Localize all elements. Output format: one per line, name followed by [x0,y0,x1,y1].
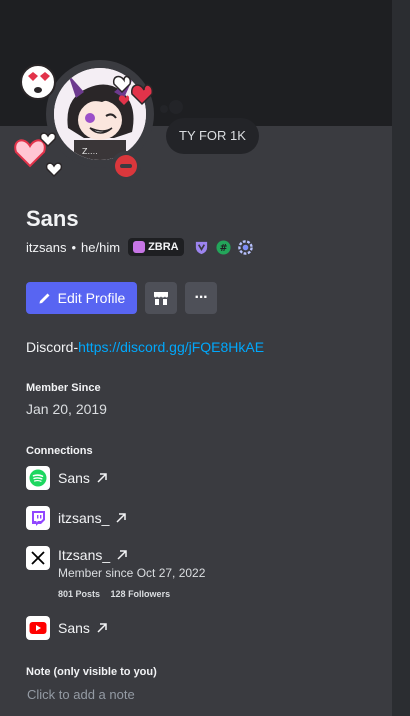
connection-name: Itzsans_ [58,547,128,563]
member-since-value: Jan 20, 2019 [26,401,107,417]
external-link-icon [97,623,107,633]
connection-stats: 801 Posts 128 Followers [58,589,178,599]
external-link-icon [117,550,127,560]
x-icon [26,546,50,570]
connection-item-twitch[interactable]: itzsans_ [26,506,127,530]
separator-dot: • [71,239,77,255]
spotify-icon [26,466,50,490]
username-line: itzsans • he/him ZBRA # [26,237,253,257]
edit-profile-label: Edit Profile [57,290,126,306]
status-bubble-dot [169,100,183,114]
ellipsis-icon: ··· [194,289,209,306]
scrollbar-track[interactable] [392,0,410,716]
edit-profile-button[interactable]: Edit Profile [26,282,137,314]
nitro-boost-badge-icon[interactable] [237,239,253,255]
connection-name-text: Itzsans_ [58,547,111,563]
connection-name: Sans [58,620,108,636]
connection-name: Sans [58,470,108,486]
shop-button[interactable] [145,282,177,314]
connection-posts: 801 Posts [58,589,101,599]
member-since-title: Member Since [26,382,101,394]
custom-status-bubble[interactable]: TY FOR 1K [166,118,259,154]
external-link-icon [116,513,127,523]
active-developer-badge-icon[interactable]: # [216,239,231,255]
external-link-icon [97,473,107,483]
connections-title: Connections [26,445,93,457]
more-options-button[interactable]: ··· [185,282,217,314]
connection-followers: 128 Followers [110,589,171,599]
note-input[interactable]: Click to add a note [27,687,135,702]
username: itzsans [26,239,67,255]
connection-name-text: Sans [58,620,90,636]
hypesquad-badge-icon[interactable] [194,240,209,255]
connection-item-spotify[interactable]: Sans [26,466,108,490]
clan-heart-icon [133,241,146,253]
avatar-decoration [14,64,153,178]
dnd-status-icon [115,155,137,177]
display-name: Sans [26,206,79,231]
shop-icon [154,292,168,305]
clan-tag[interactable]: ZBRA [128,238,184,256]
clan-tag-label: ZBRA [148,241,179,253]
pencil-icon [39,293,50,304]
svg-text:#: # [219,242,227,253]
youtube-icon [26,616,50,640]
connection-name: itzsans_ [58,510,127,526]
connection-name-text: itzsans_ [58,510,110,526]
connection-member-since: Member since Oct 27, 2022 [58,566,206,580]
bio: Discord-https://discord.gg/jFQE8HkAE [26,339,264,355]
bio-prefix: Discord- [26,339,79,355]
note-title: Note (only visible to you) [26,666,157,678]
connection-name-text: Sans [58,470,90,486]
pronouns: he/him [81,239,121,255]
connection-item-youtube[interactable]: Sans [26,616,108,640]
bio-invite-link[interactable]: https://discord.gg/jFQE8HkAE [78,339,264,355]
status-bubble-dot-small [160,105,168,113]
twitch-icon [26,506,50,530]
